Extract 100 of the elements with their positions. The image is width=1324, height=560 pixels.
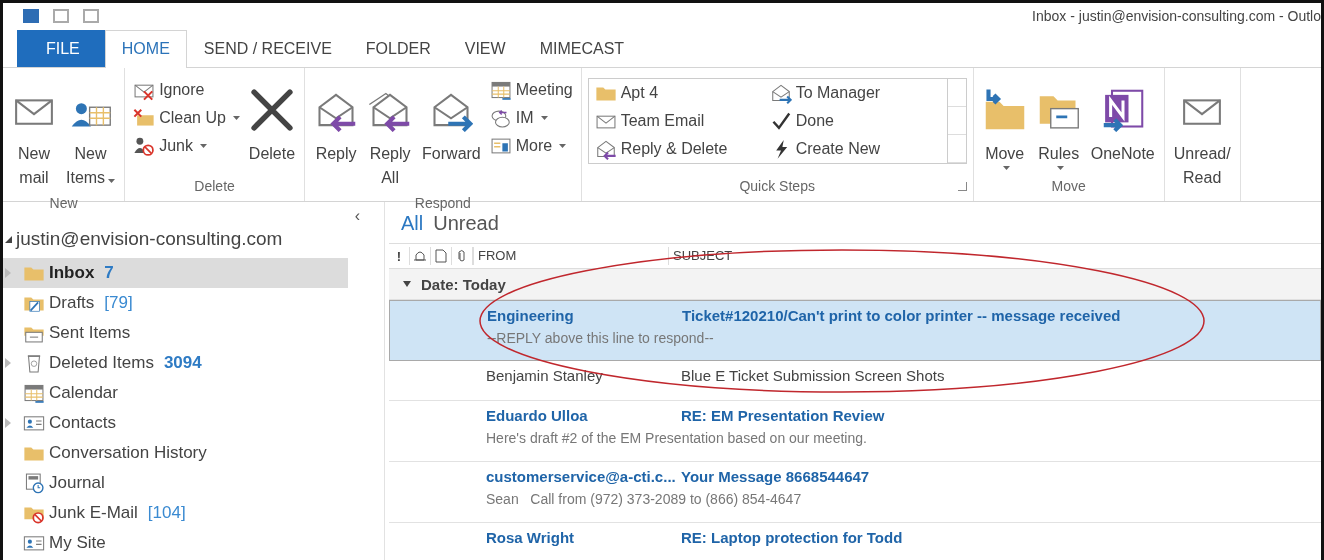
- message-row[interactable]: Benjamin Stanley Blue E Ticket Submission Screen Shots: [389, 361, 1321, 401]
- folder-item[interactable]: Deleted Items 3094: [3, 348, 348, 378]
- ribbon-tab[interactable]: HOME: [104, 30, 187, 68]
- collapse-triangle[interactable]: [403, 281, 411, 287]
- collapse-button[interactable]: ‹: [348, 206, 366, 226]
- group-label: Delete: [194, 177, 235, 196]
- item-count: [79]: [104, 293, 133, 313]
- calendar-icon: [23, 382, 45, 404]
- expand-arrow[interactable]: [5, 268, 11, 278]
- ribbon-tab[interactable]: FOLDER: [348, 30, 448, 67]
- message-sender: Rosa Wright: [486, 529, 576, 546]
- message-subject: RE: Laptop protection for Todd: [681, 529, 903, 546]
- filter-tab[interactable]: All: [401, 212, 424, 235]
- ribbon-button[interactable]: Rules: [1033, 78, 1084, 172]
- calendar-icon: [489, 79, 512, 101]
- dialog-launcher[interactable]: [957, 182, 967, 191]
- folder-item[interactable]: Inbox 7: [3, 258, 348, 288]
- page-icon[interactable]: [435, 249, 447, 263]
- ribbon-button[interactable]: More: [487, 134, 575, 158]
- folder-name: Calendar: [49, 383, 118, 403]
- expand-triangle[interactable]: [5, 235, 12, 243]
- importance-header[interactable]: !: [389, 247, 410, 265]
- ribbon-tab[interactable]: VIEW: [447, 30, 523, 67]
- envelope-arrow-icon: [594, 138, 617, 160]
- ribbon-button[interactable]: Reply & Delete: [592, 137, 768, 161]
- message-sender: Eduardo Ulloa: [486, 407, 589, 424]
- folder-item[interactable]: My Site: [3, 528, 348, 558]
- paperclip-icon[interactable]: [457, 249, 467, 263]
- ribbon-tab[interactable]: FILE: [17, 30, 105, 67]
- bell-icon[interactable]: [413, 249, 427, 263]
- account-name[interactable]: justin@envision-consulting.com: [16, 228, 283, 250]
- group-header: Date: Today: [421, 275, 506, 293]
- filter-tab[interactable]: Unread: [433, 212, 499, 235]
- folder-item[interactable]: Calendar: [3, 378, 348, 408]
- folder-name: Drafts: [49, 293, 95, 313]
- ribbon-button[interactable]: Forward: [419, 78, 484, 168]
- ribbon-button[interactable]: Move: [979, 78, 1030, 172]
- message-subject: RE: EM Presentation Review: [681, 407, 885, 424]
- window-title: Inbox - justin@envision-consulting.com - Outlo: [1032, 8, 1321, 24]
- folder-item[interactable]: Drafts [79]: [3, 288, 348, 318]
- message-sender: Engineering: [487, 307, 575, 324]
- message-subject: Ticket#120210/Can't print to color printer -- message received: [682, 307, 1121, 324]
- message-subject: Blue E Ticket Submission Screen Shots: [681, 367, 945, 384]
- ribbon-button[interactable]: Delete: [245, 78, 299, 168]
- message-sender: customerservice@a-cti.c...: [486, 468, 677, 485]
- item-count: 7: [104, 263, 114, 283]
- window-icon: [489, 135, 512, 157]
- chat-icon: [489, 107, 512, 129]
- message-row[interactable]: Rosa Wright RE: Laptop protection for Todd: [389, 523, 1321, 560]
- folder-name: Journal: [49, 473, 105, 493]
- message-row[interactable]: customerservice@a-cti.c... Your Message 8668544647 Sean Call from (972) 373-2089 to (866) 854-4647: [389, 462, 1321, 523]
- folder-item[interactable]: Journal: [3, 468, 348, 498]
- expand-arrow[interactable]: [5, 358, 11, 368]
- envelope-arrow-icon: [769, 82, 792, 104]
- item-count: [104]: [147, 503, 186, 523]
- folder-item[interactable]: Sent Items: [3, 318, 348, 348]
- message-preview: Sean Call from (972) 373-2089 to (866) 854-4647: [486, 491, 803, 507]
- folder-item[interactable]: Contacts: [3, 408, 348, 438]
- item-count: 3094: [163, 353, 202, 373]
- group-label: Respond: [414, 194, 471, 213]
- ribbon-button[interactable]: To Manager: [767, 81, 943, 105]
- message-row[interactable]: Eduardo Ulloa RE: EM Presentation Review Here's draft #2 of the EM Presentation based on our meeting.: [389, 401, 1321, 462]
- group-label: New: [49, 194, 78, 213]
- ribbon-button[interactable]: New Items: [63, 78, 119, 192]
- ribbon-button[interactable]: Reply: [311, 78, 362, 168]
- folder-name: Conversation History: [49, 443, 207, 463]
- folder-name: My Site: [49, 533, 106, 553]
- ribbon-button[interactable]: Create New: [767, 137, 943, 161]
- x-icon: [249, 88, 294, 132]
- folder-name: Contacts: [49, 413, 117, 433]
- message-preview: Here's draft #2 of the EM Presentation based on our meeting.: [486, 430, 868, 446]
- ribbon-button[interactable]: New mail: [9, 78, 59, 192]
- ribbon-button[interactable]: OneNote: [1087, 78, 1158, 168]
- gallery-scrollbar[interactable]: [946, 79, 966, 163]
- clock-icon: [23, 472, 45, 494]
- ribbon-button[interactable]: Apt 4: [592, 81, 768, 105]
- folder-name: Inbox: [49, 263, 95, 283]
- ribbon-tab[interactable]: SEND / RECEIVE: [186, 30, 349, 67]
- group-label: Move: [1051, 177, 1086, 196]
- column-header[interactable]: FROM: [473, 247, 668, 265]
- ribbon-button[interactable]: Clean Up: [131, 106, 242, 130]
- message-sender: Benjamin Stanley: [486, 367, 604, 384]
- ribbon-button[interactable]: Junk: [131, 134, 242, 158]
- ribbon-button[interactable]: IM: [487, 106, 575, 130]
- ribbon-tab[interactable]: MIMECAST: [522, 30, 642, 67]
- ribbon-button[interactable]: Done: [767, 109, 943, 133]
- message-subject: Your Message 8668544647: [681, 468, 870, 485]
- expand-arrow[interactable]: [5, 418, 11, 428]
- folder-item[interactable]: Conversation History: [3, 438, 348, 468]
- person-block-icon: [133, 135, 156, 157]
- ribbon-button[interactable]: Meeting: [487, 78, 575, 102]
- ribbon-button[interactable]: Ignore: [131, 78, 242, 102]
- ribbon-button[interactable]: Team Email: [592, 109, 768, 133]
- group-label: Quick Steps: [739, 177, 815, 196]
- folder-name: Deleted Items: [49, 353, 154, 373]
- folder-name: Junk E-Mail: [49, 503, 138, 523]
- ribbon-button[interactable]: Unread/ Read: [1170, 78, 1234, 192]
- folder-item[interactable]: Junk E-Mail [104]: [3, 498, 348, 528]
- folder-name: Sent Items: [49, 323, 131, 343]
- ribbon-button[interactable]: Reply All: [365, 78, 416, 192]
